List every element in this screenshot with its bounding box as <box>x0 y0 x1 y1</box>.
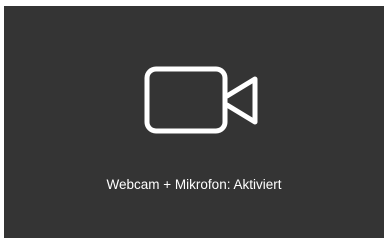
webcam-microphone-status: Webcam + Mikrofon: Aktiviert <box>106 177 282 192</box>
page: Webcam + Mikrofon: Aktiviert <box>0 0 388 244</box>
video-camera-icon <box>143 65 263 139</box>
webcam-status-panel: Webcam + Mikrofon: Aktiviert <box>4 6 384 238</box>
